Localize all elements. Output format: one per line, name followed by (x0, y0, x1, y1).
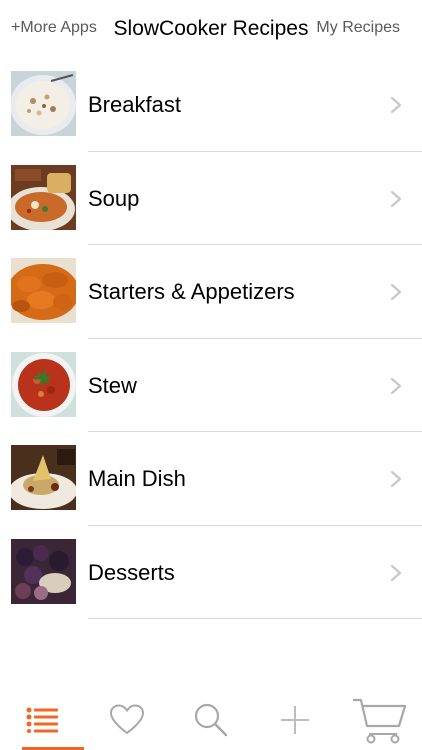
list-item-main-dish[interactable]: Main Dish (0, 432, 422, 526)
chevron-right-icon (390, 564, 402, 581)
tab-bar (0, 690, 422, 750)
row-separator (88, 618, 422, 619)
list-item-stew[interactable]: Stew (0, 339, 422, 432)
main-dish-thumbnail (11, 445, 76, 510)
soup-thumbnail (11, 164, 76, 230)
tab-list[interactable] (0, 690, 84, 750)
plus-icon (281, 706, 309, 734)
tab-cart[interactable] (337, 690, 421, 750)
breakfast-thumbnail (11, 71, 76, 136)
search-icon (194, 703, 228, 737)
my-recipes-button[interactable]: My Recipes (316, 19, 400, 37)
chevron-right-icon (390, 190, 402, 207)
category-label: Main Dish (88, 466, 186, 491)
chevron-right-icon (390, 96, 402, 114)
list-item-breakfast[interactable]: Breakfast (0, 58, 422, 152)
desserts-thumbnail (11, 538, 76, 604)
chevron-right-icon (390, 470, 402, 488)
list-icon (26, 707, 58, 733)
navigation-bar: +More Apps SlowCooker Recipes My Recipes (0, 0, 422, 58)
starters-thumbnail (11, 258, 76, 323)
category-label: Stew (88, 372, 137, 398)
category-list: Breakfast Soup Starters & Appetizers Ste… (0, 58, 422, 619)
heart-icon (109, 704, 145, 735)
category-label: Breakfast (88, 92, 181, 117)
list-item-soup[interactable]: Soup (0, 152, 422, 245)
tab-search[interactable] (169, 690, 253, 750)
list-item-starters[interactable]: Starters & Appetizers (0, 245, 422, 339)
list-item-desserts[interactable]: Desserts (0, 526, 422, 619)
chevron-right-icon (390, 377, 402, 394)
chevron-right-icon (390, 283, 402, 301)
tab-add[interactable] (253, 690, 337, 750)
category-label: Starters & Appetizers (88, 279, 295, 304)
stew-thumbnail (11, 351, 76, 417)
category-label: Soup (88, 185, 140, 211)
category-label: Desserts (88, 559, 175, 585)
cart-icon (353, 698, 407, 744)
tab-favorites[interactable] (85, 690, 169, 750)
